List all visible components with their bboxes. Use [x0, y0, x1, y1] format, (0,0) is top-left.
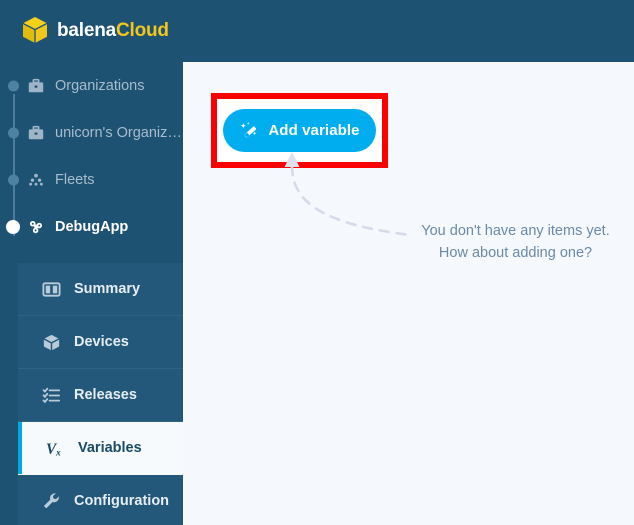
cube-icon — [40, 331, 62, 353]
briefcase-icon — [26, 76, 46, 96]
logo-text-balena: balena — [57, 20, 116, 41]
top-header-bar: balenaCloud — [0, 0, 634, 62]
breadcrumb-label: DebugApp — [55, 219, 128, 235]
breadcrumb-item-organizations[interactable]: Organizations — [0, 62, 183, 109]
app-cubes-icon — [26, 217, 46, 237]
briefcase-icon — [26, 123, 46, 143]
add-variable-button[interactable]: Add variable — [223, 109, 376, 152]
logo-text-cloud: Cloud — [116, 20, 169, 41]
breadcrumb-dot — [8, 174, 19, 185]
variable-vx-icon: V x — [44, 437, 66, 459]
breadcrumb-item-unicorns-organization[interactable]: unicorn's Organiz… — [0, 109, 183, 156]
layout-panels-icon — [40, 278, 62, 300]
breadcrumb-label: unicorn's Organiz… — [55, 125, 182, 141]
breadcrumb-item-debugapp[interactable]: DebugApp — [0, 203, 183, 250]
breadcrumb-label: Fleets — [55, 172, 95, 188]
svg-text:x: x — [54, 447, 60, 458]
breadcrumb-dot — [8, 127, 19, 138]
logo-text: balenaCloud — [57, 21, 169, 40]
menu-item-label: Configuration — [74, 493, 169, 509]
add-variable-label: Add variable — [268, 122, 359, 139]
magic-wand-icon — [239, 121, 259, 141]
empty-state-line-1: You don't have any items yet. — [408, 220, 623, 242]
menu-item-label: Devices — [74, 334, 129, 350]
menu-item-label: Releases — [74, 387, 137, 403]
fleet-nodes-icon — [26, 170, 46, 190]
breadcrumb: Organizations unicorn's Organiz… — [0, 62, 183, 250]
empty-state-line-2: How about adding one? — [408, 242, 623, 264]
breadcrumb-item-fleets[interactable]: Fleets — [0, 156, 183, 203]
menu-item-summary[interactable]: Summary — [18, 263, 183, 316]
main-content: Add variable You don't have any items ye… — [183, 62, 634, 525]
breadcrumb-dot — [8, 80, 19, 91]
menu-item-label: Summary — [74, 281, 140, 297]
balena-cloud-page: balenaCloud Organizations — [0, 0, 634, 525]
breadcrumb-label: Organizations — [55, 78, 144, 94]
section-menu: Summary Devices — [18, 263, 183, 525]
balena-cloud-logo[interactable]: balenaCloud — [22, 16, 169, 44]
breadcrumb-dot-active — [6, 220, 20, 234]
menu-item-label: Variables — [78, 440, 142, 456]
balena-cube-icon — [22, 16, 48, 44]
menu-item-releases[interactable]: Releases — [18, 369, 183, 422]
checklist-icon — [40, 384, 62, 406]
sidebar: Organizations unicorn's Organiz… — [0, 62, 183, 525]
menu-item-devices[interactable]: Devices — [18, 316, 183, 369]
empty-state-message: You don't have any items yet. How about … — [408, 220, 623, 264]
menu-item-configuration[interactable]: Configuration — [18, 475, 183, 525]
menu-item-variables[interactable]: V x Variables — [18, 422, 183, 475]
wrench-icon — [40, 490, 62, 512]
